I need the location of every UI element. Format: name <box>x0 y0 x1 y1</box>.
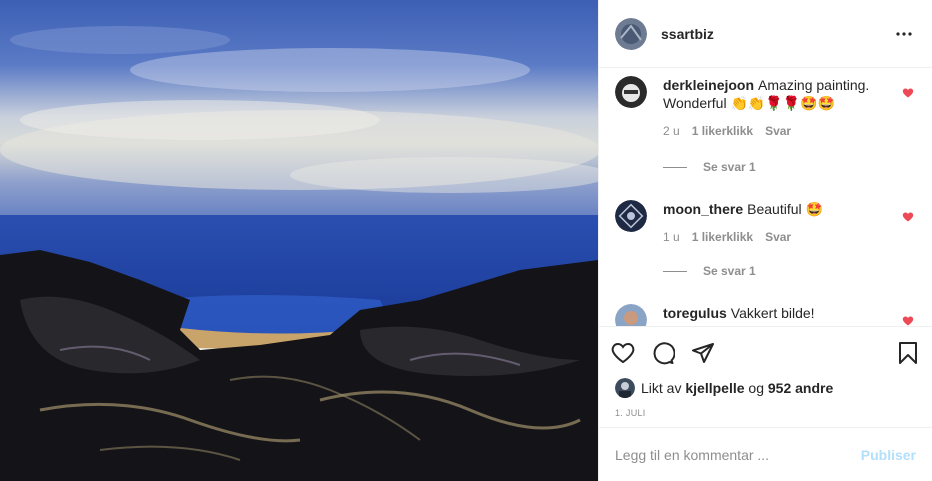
comment-username[interactable]: moon_there <box>663 201 743 217</box>
comment-body: moon_there Beautiful 🤩 <box>663 200 888 218</box>
likes-others[interactable]: 952 andre <box>768 380 833 396</box>
comment-like-heart-icon[interactable] <box>902 210 916 224</box>
comment-username[interactable]: derkleinejoon <box>663 77 754 93</box>
author-avatar[interactable] <box>615 17 647 50</box>
comment-body: toregulus Vakkert bilde! <box>663 304 888 322</box>
add-comment-bar: Publiser <box>599 427 932 481</box>
author-username[interactable]: ssartbiz <box>661 26 892 42</box>
post-actions-bar <box>599 326 932 378</box>
likes-summary: Likt av kjellpelle og 952 andre <box>599 378 932 398</box>
replies-divider <box>663 166 687 168</box>
comment-time[interactable]: 1 u <box>663 230 680 244</box>
post-modal: ssartbiz derkleinejoon Amazing painting. … <box>0 0 932 481</box>
comment-meta: 2 u 1 likerklikk Svar <box>663 124 916 138</box>
comment-time[interactable]: 2 u <box>663 124 680 138</box>
comment-meta: 1 u 1 likerklikk Svar <box>663 230 916 244</box>
comment-emojis: 🤩 <box>805 201 823 217</box>
comment-text: Vakkert bilde! <box>730 305 815 321</box>
comment-likes[interactable]: 1 likerklikk <box>692 124 753 138</box>
comment-emojis: 👏👏🌹🌹🤩🤩 <box>730 95 836 111</box>
comment-icon[interactable] <box>651 333 691 373</box>
bookmark-icon[interactable] <box>880 333 920 373</box>
liker-avatar[interactable] <box>615 378 635 398</box>
heart-icon[interactable] <box>611 333 651 373</box>
seascape-painting <box>0 0 598 481</box>
post-date[interactable]: 1. JULI <box>599 408 932 422</box>
comment-input[interactable] <box>615 446 861 463</box>
comment-like-heart-icon[interactable] <box>902 314 916 326</box>
likes-prefix: Likt av <box>641 380 682 396</box>
view-replies-label: Se svar 1 <box>703 264 756 278</box>
reply-button[interactable]: Svar <box>765 124 791 138</box>
view-replies-button[interactable]: Se svar 1 <box>663 160 756 174</box>
comment-body: derkleinejoon Amazing painting. Wonderful… <box>663 76 888 112</box>
commenter-avatar[interactable] <box>615 200 647 232</box>
view-replies-label: Se svar 1 <box>703 160 756 174</box>
comment-username[interactable]: toregulus <box>663 305 727 321</box>
comment-like-heart-icon[interactable] <box>902 86 916 100</box>
comment-text: Beautiful <box>747 201 802 217</box>
comments-list[interactable]: derkleinejoon Amazing painting. Wonderful… <box>599 68 932 326</box>
reply-button[interactable]: Svar <box>765 230 791 244</box>
view-replies-button[interactable]: Se svar 1 <box>663 264 756 278</box>
comment-item: derkleinejoon Amazing painting. Wonderful… <box>615 76 916 174</box>
post-header: ssartbiz <box>599 0 932 68</box>
commenter-avatar[interactable] <box>615 304 647 326</box>
post-image[interactable] <box>0 0 598 481</box>
likes-user[interactable]: kjellpelle <box>685 380 744 396</box>
share-icon[interactable] <box>691 333 731 373</box>
publish-button[interactable]: Publiser <box>861 447 916 463</box>
likes-joiner: og <box>748 380 764 396</box>
post-side-panel: ssartbiz derkleinejoon Amazing painting. … <box>598 0 932 481</box>
commenter-avatar[interactable] <box>615 76 647 108</box>
comment-item: toregulus Vakkert bilde! <box>615 304 916 326</box>
replies-divider <box>663 270 687 272</box>
comment-item: moon_there Beautiful 🤩 1 u 1 likerklikk S… <box>615 200 916 278</box>
comment-likes[interactable]: 1 likerklikk <box>692 230 753 244</box>
more-options-icon[interactable] <box>892 22 916 46</box>
